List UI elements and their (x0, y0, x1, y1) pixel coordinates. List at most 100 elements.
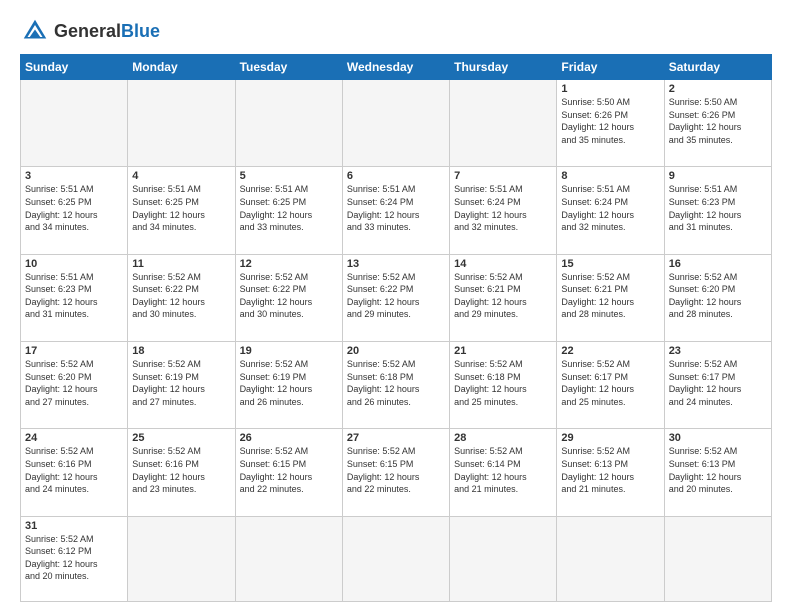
day-number: 28 (454, 432, 552, 444)
day-number: 10 (25, 258, 123, 270)
calendar-cell (342, 80, 449, 167)
calendar-cell: 16Sunrise: 5:52 AM Sunset: 6:20 PM Dayli… (664, 254, 771, 341)
day-info: Sunrise: 5:52 AM Sunset: 6:19 PM Dayligh… (240, 358, 338, 408)
day-number: 29 (561, 432, 659, 444)
calendar-week-3: 10Sunrise: 5:51 AM Sunset: 6:23 PM Dayli… (21, 254, 772, 341)
calendar-cell: 1Sunrise: 5:50 AM Sunset: 6:26 PM Daylig… (557, 80, 664, 167)
day-info: Sunrise: 5:51 AM Sunset: 6:24 PM Dayligh… (454, 183, 552, 233)
day-number: 8 (561, 170, 659, 182)
calendar-cell: 13Sunrise: 5:52 AM Sunset: 6:22 PM Dayli… (342, 254, 449, 341)
calendar-cell: 27Sunrise: 5:52 AM Sunset: 6:15 PM Dayli… (342, 429, 449, 516)
day-info: Sunrise: 5:52 AM Sunset: 6:14 PM Dayligh… (454, 445, 552, 495)
calendar-cell: 5Sunrise: 5:51 AM Sunset: 6:25 PM Daylig… (235, 167, 342, 254)
day-number: 15 (561, 258, 659, 270)
calendar-cell (450, 516, 557, 601)
calendar-cell: 24Sunrise: 5:52 AM Sunset: 6:16 PM Dayli… (21, 429, 128, 516)
day-info: Sunrise: 5:51 AM Sunset: 6:24 PM Dayligh… (347, 183, 445, 233)
calendar-cell: 10Sunrise: 5:51 AM Sunset: 6:23 PM Dayli… (21, 254, 128, 341)
calendar-cell: 7Sunrise: 5:51 AM Sunset: 6:24 PM Daylig… (450, 167, 557, 254)
day-info: Sunrise: 5:52 AM Sunset: 6:13 PM Dayligh… (561, 445, 659, 495)
day-number: 2 (669, 83, 767, 95)
calendar-cell (21, 80, 128, 167)
day-info: Sunrise: 5:52 AM Sunset: 6:16 PM Dayligh… (25, 445, 123, 495)
day-info: Sunrise: 5:52 AM Sunset: 6:13 PM Dayligh… (669, 445, 767, 495)
weekday-header-sunday: Sunday (21, 55, 128, 80)
day-number: 11 (132, 258, 230, 270)
calendar-cell: 15Sunrise: 5:52 AM Sunset: 6:21 PM Dayli… (557, 254, 664, 341)
day-number: 24 (25, 432, 123, 444)
day-info: Sunrise: 5:52 AM Sunset: 6:21 PM Dayligh… (454, 271, 552, 321)
calendar-header-row: SundayMondayTuesdayWednesdayThursdayFrid… (21, 55, 772, 80)
day-number: 17 (25, 345, 123, 357)
day-info: Sunrise: 5:52 AM Sunset: 6:20 PM Dayligh… (669, 271, 767, 321)
day-number: 9 (669, 170, 767, 182)
day-info: Sunrise: 5:52 AM Sunset: 6:15 PM Dayligh… (347, 445, 445, 495)
calendar-cell: 12Sunrise: 5:52 AM Sunset: 6:22 PM Dayli… (235, 254, 342, 341)
calendar-cell (128, 516, 235, 601)
calendar-cell: 3Sunrise: 5:51 AM Sunset: 6:25 PM Daylig… (21, 167, 128, 254)
weekday-header-saturday: Saturday (664, 55, 771, 80)
calendar-table: SundayMondayTuesdayWednesdayThursdayFrid… (20, 54, 772, 602)
calendar-cell (557, 516, 664, 601)
calendar-cell: 2Sunrise: 5:50 AM Sunset: 6:26 PM Daylig… (664, 80, 771, 167)
day-number: 5 (240, 170, 338, 182)
calendar-cell: 11Sunrise: 5:52 AM Sunset: 6:22 PM Dayli… (128, 254, 235, 341)
calendar-cell: 19Sunrise: 5:52 AM Sunset: 6:19 PM Dayli… (235, 341, 342, 428)
day-info: Sunrise: 5:52 AM Sunset: 6:15 PM Dayligh… (240, 445, 338, 495)
weekday-header-monday: Monday (128, 55, 235, 80)
day-info: Sunrise: 5:52 AM Sunset: 6:18 PM Dayligh… (347, 358, 445, 408)
calendar-cell: 28Sunrise: 5:52 AM Sunset: 6:14 PM Dayli… (450, 429, 557, 516)
day-number: 20 (347, 345, 445, 357)
day-number: 6 (347, 170, 445, 182)
calendar-cell: 26Sunrise: 5:52 AM Sunset: 6:15 PM Dayli… (235, 429, 342, 516)
day-number: 31 (25, 520, 123, 532)
calendar-cell: 17Sunrise: 5:52 AM Sunset: 6:20 PM Dayli… (21, 341, 128, 428)
calendar-cell: 9Sunrise: 5:51 AM Sunset: 6:23 PM Daylig… (664, 167, 771, 254)
calendar-week-4: 17Sunrise: 5:52 AM Sunset: 6:20 PM Dayli… (21, 341, 772, 428)
calendar-cell: 18Sunrise: 5:52 AM Sunset: 6:19 PM Dayli… (128, 341, 235, 428)
day-number: 12 (240, 258, 338, 270)
day-info: Sunrise: 5:52 AM Sunset: 6:19 PM Dayligh… (132, 358, 230, 408)
day-number: 14 (454, 258, 552, 270)
day-info: Sunrise: 5:52 AM Sunset: 6:16 PM Dayligh… (132, 445, 230, 495)
calendar-cell (235, 516, 342, 601)
day-info: Sunrise: 5:51 AM Sunset: 6:25 PM Dayligh… (240, 183, 338, 233)
calendar-cell: 14Sunrise: 5:52 AM Sunset: 6:21 PM Dayli… (450, 254, 557, 341)
day-info: Sunrise: 5:50 AM Sunset: 6:26 PM Dayligh… (669, 96, 767, 146)
day-info: Sunrise: 5:51 AM Sunset: 6:25 PM Dayligh… (25, 183, 123, 233)
calendar-cell: 4Sunrise: 5:51 AM Sunset: 6:25 PM Daylig… (128, 167, 235, 254)
calendar-cell: 8Sunrise: 5:51 AM Sunset: 6:24 PM Daylig… (557, 167, 664, 254)
day-info: Sunrise: 5:51 AM Sunset: 6:24 PM Dayligh… (561, 183, 659, 233)
weekday-header-thursday: Thursday (450, 55, 557, 80)
day-number: 27 (347, 432, 445, 444)
day-number: 13 (347, 258, 445, 270)
day-info: Sunrise: 5:50 AM Sunset: 6:26 PM Dayligh… (561, 96, 659, 146)
day-info: Sunrise: 5:52 AM Sunset: 6:22 PM Dayligh… (132, 271, 230, 321)
calendar-cell: 29Sunrise: 5:52 AM Sunset: 6:13 PM Dayli… (557, 429, 664, 516)
day-number: 16 (669, 258, 767, 270)
day-info: Sunrise: 5:52 AM Sunset: 6:21 PM Dayligh… (561, 271, 659, 321)
calendar-cell: 22Sunrise: 5:52 AM Sunset: 6:17 PM Dayli… (557, 341, 664, 428)
day-number: 19 (240, 345, 338, 357)
day-number: 26 (240, 432, 338, 444)
day-number: 30 (669, 432, 767, 444)
weekday-header-wednesday: Wednesday (342, 55, 449, 80)
calendar-week-1: 1Sunrise: 5:50 AM Sunset: 6:26 PM Daylig… (21, 80, 772, 167)
generalblue-icon (20, 16, 50, 46)
day-info: Sunrise: 5:52 AM Sunset: 6:17 PM Dayligh… (561, 358, 659, 408)
day-info: Sunrise: 5:51 AM Sunset: 6:25 PM Dayligh… (132, 183, 230, 233)
calendar-cell (235, 80, 342, 167)
calendar-cell (664, 516, 771, 601)
day-number: 22 (561, 345, 659, 357)
day-info: Sunrise: 5:52 AM Sunset: 6:17 PM Dayligh… (669, 358, 767, 408)
calendar-cell (128, 80, 235, 167)
day-info: Sunrise: 5:52 AM Sunset: 6:22 PM Dayligh… (240, 271, 338, 321)
calendar-cell: 31Sunrise: 5:52 AM Sunset: 6:12 PM Dayli… (21, 516, 128, 601)
day-number: 25 (132, 432, 230, 444)
day-info: Sunrise: 5:52 AM Sunset: 6:12 PM Dayligh… (25, 533, 123, 583)
day-info: Sunrise: 5:52 AM Sunset: 6:20 PM Dayligh… (25, 358, 123, 408)
weekday-header-tuesday: Tuesday (235, 55, 342, 80)
day-info: Sunrise: 5:52 AM Sunset: 6:18 PM Dayligh… (454, 358, 552, 408)
day-number: 23 (669, 345, 767, 357)
day-info: Sunrise: 5:51 AM Sunset: 6:23 PM Dayligh… (25, 271, 123, 321)
